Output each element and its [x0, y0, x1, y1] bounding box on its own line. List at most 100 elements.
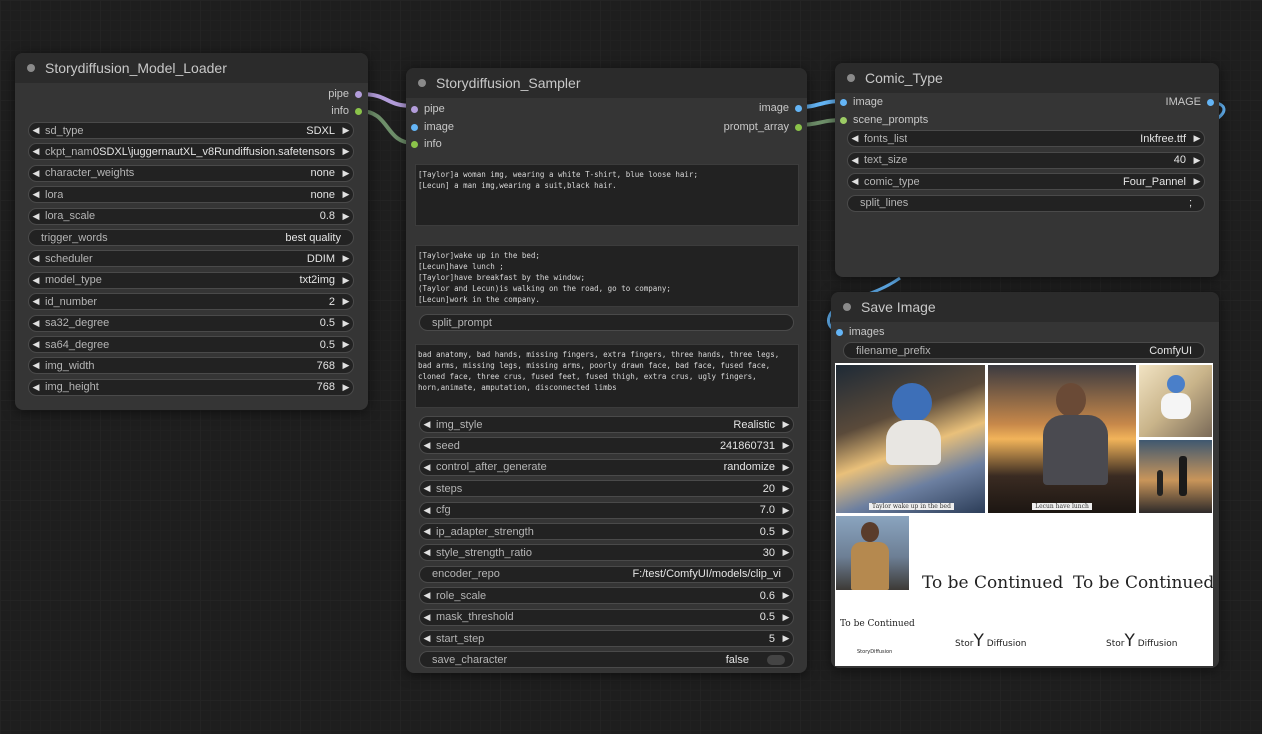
decrement-arrow-icon[interactable]: ◀ [29, 275, 43, 286]
image-socket-icon[interactable] [795, 104, 802, 112]
ckpt-name-widget[interactable]: ◀ckpt_name0SDXL\juggernautXL_v8Rundiffus… [28, 143, 354, 161]
images-socket-icon[interactable] [836, 328, 843, 336]
decrement-arrow-icon[interactable]: ◀ [420, 505, 434, 516]
input-slot-info[interactable]: info [411, 138, 442, 150]
img-width-widget[interactable]: ◀ img_width 768 ▶ [28, 357, 354, 375]
decrement-arrow-icon[interactable]: ◀ [29, 339, 43, 350]
role-scale-widget[interactable]: ◀ role_scale 0.6 ▶ [419, 587, 794, 605]
decrement-arrow-icon[interactable]: ◀ [420, 547, 434, 558]
sampler-node[interactable]: Storydiffusion_Sampler pipe image info i… [406, 68, 807, 673]
sampler-title-bar[interactable]: Storydiffusion_Sampler [406, 68, 807, 98]
decrement-arrow-icon[interactable]: ◀ [29, 168, 43, 179]
input-slot-scene-prompts[interactable]: scene_prompts [840, 114, 928, 126]
mask-threshold-widget[interactable]: ◀ mask_threshold 0.5 ▶ [419, 608, 794, 626]
decrement-arrow-icon[interactable]: ◀ [420, 612, 434, 623]
decrement-arrow-icon[interactable]: ◀ [29, 146, 43, 157]
increment-arrow-icon[interactable]: ▶ [339, 146, 353, 157]
increment-arrow-icon[interactable]: ▶ [1190, 155, 1204, 166]
negative-prompt-textarea[interactable]: bad anatomy, bad hands, missing fingers,… [415, 344, 799, 408]
info-socket-icon[interactable] [355, 107, 362, 115]
decrement-arrow-icon[interactable]: ◀ [848, 176, 862, 187]
decrement-arrow-icon[interactable]: ◀ [420, 483, 434, 494]
increment-arrow-icon[interactable]: ▶ [339, 168, 353, 179]
collapse-dot-icon[interactable] [843, 303, 851, 311]
increment-arrow-icon[interactable]: ▶ [1190, 133, 1204, 144]
save-image-node[interactable]: Save Image images filename_prefix ComfyU… [831, 292, 1219, 668]
increment-arrow-icon[interactable]: ▶ [339, 296, 353, 307]
scene-prompt-textarea[interactable]: [Taylor]wake up in the bed; [Lecun]have … [415, 245, 799, 307]
increment-arrow-icon[interactable]: ▶ [779, 590, 793, 601]
decrement-arrow-icon[interactable]: ◀ [29, 382, 43, 393]
split-prompt-field[interactable]: split_prompt [419, 314, 794, 331]
increment-arrow-icon[interactable]: ▶ [339, 125, 353, 136]
output-slot-prompt-array[interactable]: prompt_array [724, 121, 802, 133]
decrement-arrow-icon[interactable]: ◀ [420, 440, 434, 451]
output-slot-info[interactable]: info [331, 105, 362, 117]
fonts-list-widget[interactable]: ◀ fonts_list Inkfree.ttf ▶ [847, 130, 1205, 147]
image-socket-icon[interactable] [1207, 98, 1214, 106]
info-socket-icon[interactable] [411, 140, 418, 148]
decrement-arrow-icon[interactable]: ◀ [29, 296, 43, 307]
pipe-socket-icon[interactable] [355, 90, 362, 98]
decrement-arrow-icon[interactable]: ◀ [29, 125, 43, 136]
increment-arrow-icon[interactable]: ▶ [779, 462, 793, 473]
decrement-arrow-icon[interactable]: ◀ [420, 462, 434, 473]
collapse-dot-icon[interactable] [27, 64, 35, 72]
input-slot-images[interactable]: images [836, 326, 884, 338]
comic-preview-image[interactable]: Taylor wake up in the bed Lecun have lun… [835, 363, 1213, 666]
increment-arrow-icon[interactable]: ▶ [339, 189, 353, 200]
ip-adapter-strength-widget[interactable]: ◀ ip_adapter_strength 0.5 ▶ [419, 523, 794, 540]
character-weights-widget[interactable]: ◀ character_weights none ▶ [28, 164, 354, 182]
lora-widget[interactable]: ◀ lora none ▶ [28, 186, 354, 204]
increment-arrow-icon[interactable]: ▶ [1190, 176, 1204, 187]
output-slot-image[interactable]: image [759, 102, 802, 114]
input-slot-image[interactable]: image [411, 121, 454, 133]
pipe-socket-icon[interactable] [411, 105, 418, 113]
increment-arrow-icon[interactable]: ▶ [339, 253, 353, 264]
output-slot-image[interactable]: IMAGE [1166, 96, 1214, 108]
character-prompt-textarea[interactable]: [Taylor]a woman img, wearing a white T-s… [415, 164, 799, 226]
split-lines-widget[interactable]: split_lines; [847, 194, 1205, 212]
scene-prompts-socket-icon[interactable] [840, 116, 847, 124]
save-character-widget[interactable]: save_character false [419, 651, 794, 669]
image-socket-icon[interactable] [411, 123, 418, 131]
decrement-arrow-icon[interactable]: ◀ [29, 211, 43, 222]
sa64-degree-widget[interactable]: ◀ sa64_degree 0.5 ▶ [28, 336, 354, 353]
filename-prefix-field[interactable]: filename_prefix ComfyUI [843, 342, 1205, 359]
encoder-repo-widget[interactable]: encoder_repo F:/test/ComfyUI/models/clip_… [419, 565, 794, 583]
model-type-widget[interactable]: ◀ model_type txt2img ▶ [28, 271, 354, 289]
decrement-arrow-icon[interactable]: ◀ [29, 318, 43, 329]
prompt-array-socket-icon[interactable] [795, 123, 802, 131]
lora-scale-widget[interactable]: ◀ lora_scale 0.8 ▶ [28, 207, 354, 225]
collapse-dot-icon[interactable] [847, 74, 855, 82]
img-style-widget[interactable]: ◀ img_style Realistic ▶ [419, 416, 794, 433]
comic-type-title-bar[interactable]: Comic_Type [835, 63, 1219, 93]
collapse-dot-icon[interactable] [418, 79, 426, 87]
save-image-title-bar[interactable]: Save Image [831, 292, 1219, 322]
decrement-arrow-icon[interactable]: ◀ [420, 419, 434, 430]
sa32-degree-widget[interactable]: ◀ sa32_degree 0.5 ▶ [28, 314, 354, 332]
decrement-arrow-icon[interactable]: ◀ [420, 590, 434, 601]
increment-arrow-icon[interactable]: ▶ [779, 419, 793, 430]
decrement-arrow-icon[interactable]: ◀ [420, 633, 434, 644]
input-slot-pipe[interactable]: pipe [411, 103, 445, 115]
decrement-arrow-icon[interactable]: ◀ [848, 133, 862, 144]
sd-type-widget[interactable]: ◀ sd_type SDXL ▶ [28, 122, 354, 139]
increment-arrow-icon[interactable]: ▶ [339, 211, 353, 222]
text-size-widget[interactable]: ◀ text_size 40 ▶ [847, 151, 1205, 169]
model-loader-title-bar[interactable]: Storydiffusion_Model_Loader [15, 53, 368, 83]
decrement-arrow-icon[interactable]: ◀ [29, 253, 43, 264]
seed-widget[interactable]: ◀ seed 241860731 ▶ [419, 437, 794, 455]
increment-arrow-icon[interactable]: ▶ [779, 633, 793, 644]
increment-arrow-icon[interactable]: ▶ [339, 318, 353, 329]
steps-widget[interactable]: ◀ steps 20 ▶ [419, 480, 794, 498]
output-slot-pipe[interactable]: pipe [328, 88, 362, 100]
increment-arrow-icon[interactable]: ▶ [779, 505, 793, 516]
increment-arrow-icon[interactable]: ▶ [779, 440, 793, 451]
increment-arrow-icon[interactable]: ▶ [339, 275, 353, 286]
image-socket-icon[interactable] [840, 98, 847, 106]
increment-arrow-icon[interactable]: ▶ [339, 382, 353, 393]
id-number-widget[interactable]: ◀ id_number 2 ▶ [28, 293, 354, 311]
input-slot-image[interactable]: image [840, 96, 883, 108]
increment-arrow-icon[interactable]: ▶ [779, 526, 793, 537]
